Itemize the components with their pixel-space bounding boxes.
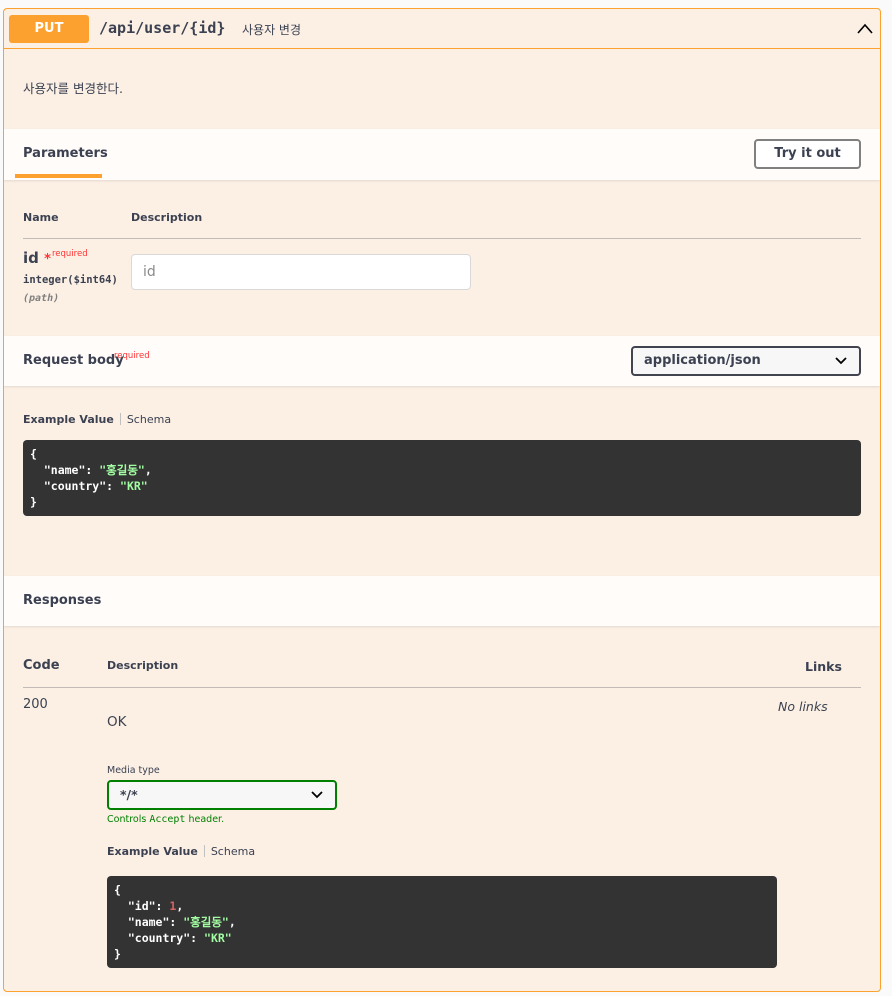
parameter-required-label: required [52,249,88,259]
operation-summary[interactable]: PUT /api/user/{id} 사용자 변경 [4,9,880,49]
responses-header: Responses [4,576,880,626]
controls-accept-note: Controls Accept header. [107,814,225,825]
media-type-select[interactable]: */* [107,780,337,810]
chevron-down-icon [835,357,847,365]
response-links: No links [778,699,828,714]
code-string-name: "홍길동" [183,915,229,929]
code-string-country: "KR" [204,931,232,945]
accept-header-code: Accept [149,814,186,825]
required-star: * [44,252,51,267]
parameters-divider [23,238,861,239]
code-number-id: 1 [169,899,177,913]
code-string-name: "홍길동" [99,463,145,477]
media-type-value: */* [120,787,138,802]
parameter-type: integer($int64) [23,274,118,286]
responses-divider [23,687,861,688]
parameters-col-name: Name [23,211,59,224]
media-type-label: Media type [107,765,160,776]
code-brace-close: } [114,947,121,961]
example-value-tab[interactable]: Example Value [23,413,114,426]
try-it-out-button[interactable]: Try it out [754,139,861,169]
operation-description: 사용자를 변경한다. [23,81,123,96]
response-example-tabs: Example Value Schema [107,845,255,858]
http-method-badge: PUT [9,15,89,43]
id-input[interactable]: id [131,254,471,290]
responses-title: Responses [23,593,102,608]
request-body-title: Request body [23,353,124,368]
code-brace-open: { [30,447,37,461]
responses-col-links: Links [805,659,842,674]
chevron-down-icon [311,791,323,799]
parameters-tab[interactable]: Parameters [23,146,108,161]
response-example-code: { "id": 1, "name": "홍길동", "country": "KR… [107,876,777,968]
content-type-select[interactable]: application/json [631,346,861,376]
chevron-up-icon[interactable] [856,21,874,37]
code-string-country: "KR" [120,479,148,493]
operation-summary-text: 사용자 변경 [242,23,302,37]
request-example-code: { "name": "홍길동", "country": "KR" } [23,440,861,516]
tab-separator [203,845,205,857]
endpoint-path: /api/user/{id} [99,19,226,37]
schema-tab[interactable]: Schema [211,845,255,858]
parameters-col-description: Description [131,211,203,224]
responses-col-code: Code [23,658,60,673]
code-brace-open: { [114,883,121,897]
request-body-header: Request body required application/json [4,336,880,386]
response-description: OK [107,714,127,730]
schema-tab[interactable]: Schema [127,413,171,426]
request-body-required-label: required [114,351,150,361]
parameters-tab-underline [15,174,102,178]
responses-col-description: Description [107,659,179,672]
parameter-location: (path) [23,293,60,304]
tab-separator [119,413,121,425]
response-code: 200 [23,697,48,712]
example-value-tab[interactable]: Example Value [107,845,198,858]
request-example-tabs: Example Value Schema [23,413,171,426]
code-brace-close: } [30,495,37,509]
operation-block: PUT /api/user/{id} 사용자 변경 사용자를 변경한다. Par… [3,8,881,992]
content-type-value: application/json [644,353,761,368]
parameter-name: id * [23,249,51,267]
parameters-header: Parameters Try it out [4,129,880,180]
